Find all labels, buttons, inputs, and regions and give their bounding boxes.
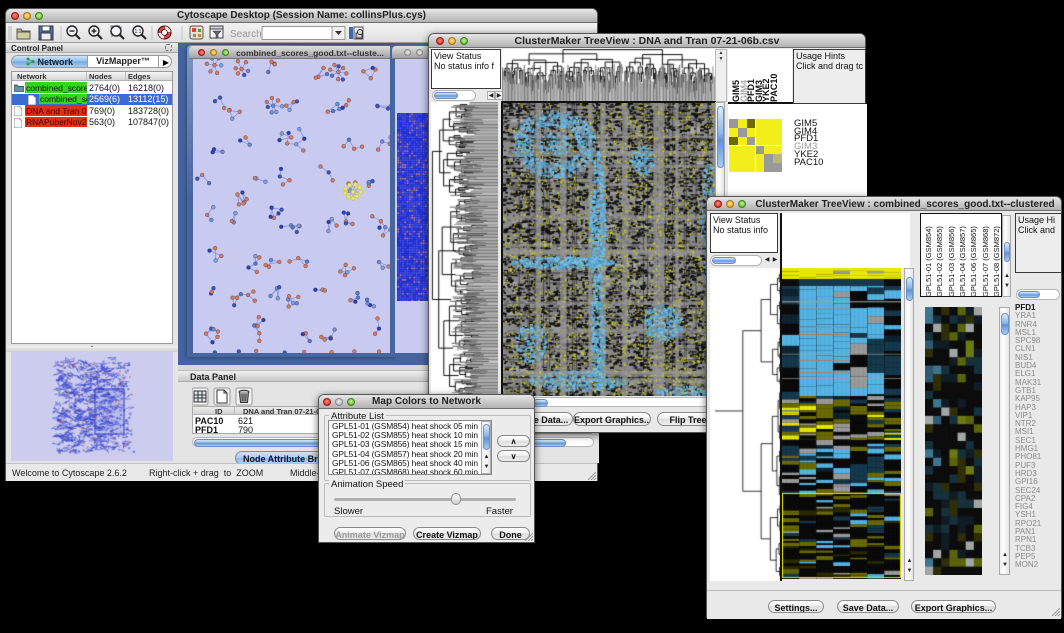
- svg-text:Search:: Search:: [230, 29, 264, 40]
- svg-text:1:1: 1:1: [135, 29, 142, 35]
